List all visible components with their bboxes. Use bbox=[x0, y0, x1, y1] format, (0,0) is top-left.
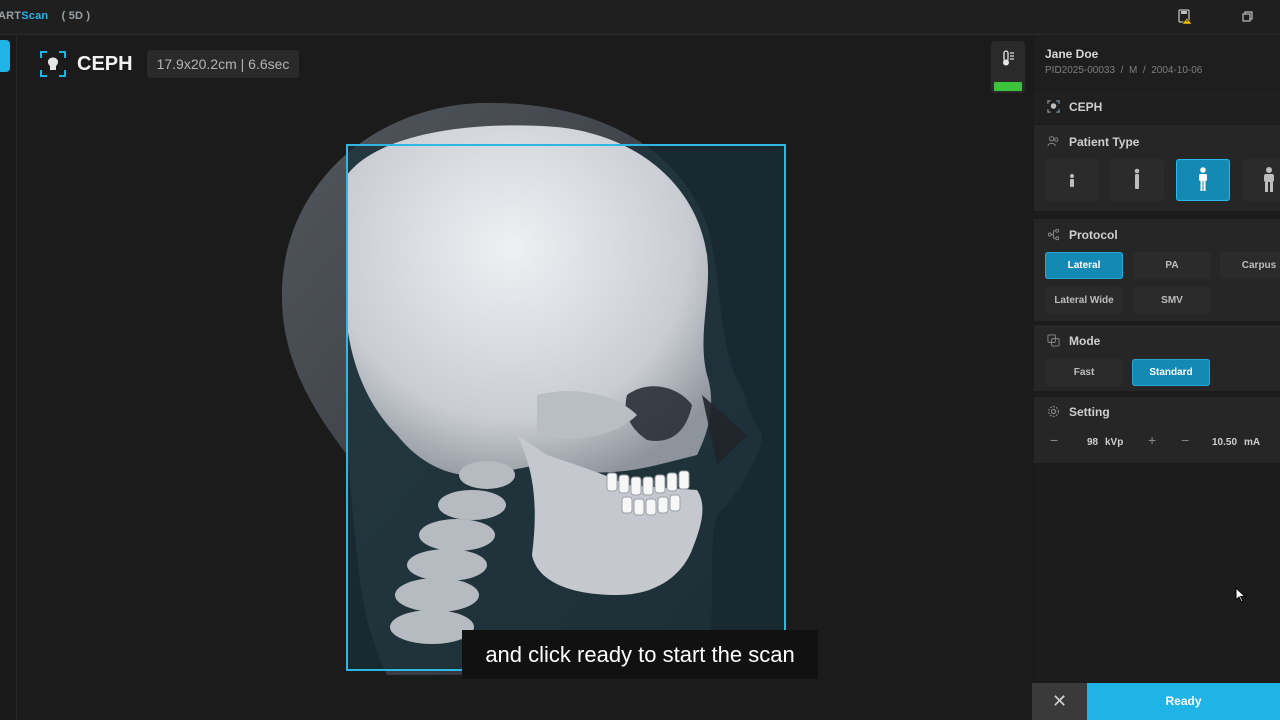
meta-separator: / bbox=[1120, 65, 1124, 76]
sidebar-active-tab[interactable] bbox=[0, 40, 10, 72]
patient-name: Jane Doe bbox=[1045, 47, 1099, 61]
person-medium-icon bbox=[1134, 168, 1140, 189]
close-button[interactable]: ✕ bbox=[1032, 683, 1087, 720]
title-bar: ARTScan ( 5D ) bbox=[0, 0, 1280, 35]
mode-header: CEPH bbox=[1034, 91, 1280, 123]
protocol-icon bbox=[1047, 228, 1060, 241]
gear-icon bbox=[1048, 406, 1059, 417]
mode-header-title: CEPH bbox=[1069, 100, 1103, 114]
mode-fast-button[interactable]: Fast bbox=[1045, 359, 1123, 386]
patient-type-child-small[interactable] bbox=[1045, 159, 1099, 201]
patient-info: Jane Doe PID2025-00033 / M / 2004-10-06 bbox=[1034, 35, 1280, 89]
kvp-value[interactable]: 98 bbox=[1087, 437, 1098, 448]
brand-prefix: ART bbox=[0, 10, 22, 22]
patient-type-title: Patient Type bbox=[1069, 135, 1140, 149]
save-warning-icon[interactable] bbox=[1177, 9, 1193, 25]
action-bar: ✕ Ready bbox=[1032, 683, 1280, 720]
patient-type-adult-large[interactable] bbox=[1242, 159, 1280, 201]
person-adult-icon bbox=[1199, 167, 1207, 191]
mode-title: Mode bbox=[1069, 334, 1101, 348]
protocol-lateral-wide-button[interactable]: Lateral Wide bbox=[1045, 287, 1123, 314]
left-sidebar bbox=[0, 35, 17, 720]
setting-section: Setting bbox=[1034, 397, 1280, 463]
ceph-mode-icon bbox=[1047, 100, 1060, 113]
ma-value[interactable]: 10.50 bbox=[1212, 437, 1237, 448]
ready-button[interactable]: Ready bbox=[1087, 683, 1280, 720]
people-icon bbox=[1047, 136, 1059, 147]
video-caption: and click ready to start the scan bbox=[462, 630, 818, 679]
protocol-title: Protocol bbox=[1069, 228, 1118, 242]
patient-id: PID2025-00033 bbox=[1045, 65, 1116, 76]
protocol-pa-button[interactable]: PA bbox=[1133, 252, 1211, 279]
protocol-lateral-button[interactable]: Lateral bbox=[1045, 252, 1123, 279]
patient-sex: M bbox=[1128, 65, 1138, 76]
mode-badge: ( 5D ) bbox=[61, 10, 91, 22]
protocol-carpus-button[interactable]: Carpus bbox=[1220, 252, 1280, 279]
setting-title: Setting bbox=[1069, 405, 1110, 419]
kvp-unit: kVp bbox=[1105, 437, 1124, 448]
restore-window-icon[interactable] bbox=[1240, 9, 1256, 25]
mode-standard-button[interactable]: Standard bbox=[1132, 359, 1210, 386]
mode-layers-icon bbox=[1047, 334, 1060, 347]
ma-unit: mA bbox=[1244, 437, 1261, 448]
kvp-increase-button[interactable]: + bbox=[1148, 432, 1156, 448]
patient-meta: PID2025-00033 / M / 2004-10-06 bbox=[1045, 65, 1202, 76]
protocol-smv-button[interactable]: SMV bbox=[1133, 287, 1211, 314]
kvp-decrease-button[interactable]: − bbox=[1050, 432, 1058, 448]
brand-suffix: Scan bbox=[21, 10, 49, 22]
ma-decrease-button[interactable]: − bbox=[1181, 432, 1189, 448]
person-large-icon bbox=[1264, 167, 1274, 192]
person-small-icon bbox=[1070, 174, 1074, 187]
patient-type-child[interactable] bbox=[1110, 159, 1164, 201]
scan-viewer: CEPH 17.9x20.2cm | 6.6sec and click read… bbox=[17, 35, 1032, 720]
app-brand: ARTScan ( 5D ) bbox=[0, 10, 90, 22]
skull-preview-image bbox=[281, 102, 786, 676]
scan-settings-panel: Jane Doe PID2025-00033 / M / 2004-10-06 … bbox=[1034, 35, 1280, 683]
patient-type-adult[interactable] bbox=[1176, 159, 1230, 201]
meta-separator: / bbox=[1142, 65, 1146, 76]
patient-dob: 2004-10-06 bbox=[1151, 65, 1203, 76]
mouse-cursor-icon bbox=[1235, 587, 1247, 603]
